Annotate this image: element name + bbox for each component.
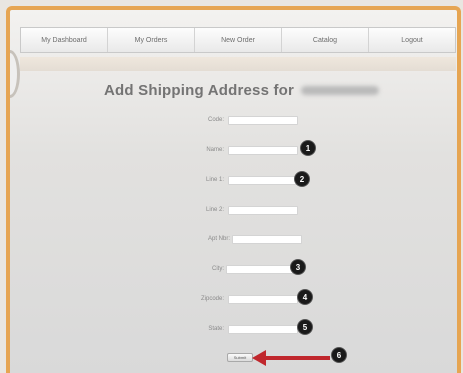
- form-row-apt: Apt Nbr:: [160, 235, 302, 247]
- callout-5-icon: 5: [298, 320, 312, 334]
- code-input[interactable]: [228, 116, 298, 125]
- form-row-zipcode: Zipcode:: [160, 295, 300, 307]
- form-row-city: City:: [160, 265, 300, 277]
- name-input[interactable]: [228, 146, 298, 155]
- state-input[interactable]: [228, 325, 298, 334]
- code-label: Code:: [207, 117, 224, 123]
- city-label: City:: [212, 266, 224, 272]
- nav-logout[interactable]: Logout: [369, 28, 455, 52]
- form-row-line1: Line 1:: [160, 176, 300, 188]
- callout-2-icon: 2: [295, 172, 309, 186]
- top-navigation: My Dashboard My Orders New Order Catalog…: [20, 27, 456, 53]
- callout-1-icon: 1: [301, 141, 315, 155]
- city-input[interactable]: [226, 265, 296, 274]
- line2-input[interactable]: [228, 206, 298, 215]
- form-row-code: Code:: [160, 116, 300, 128]
- line1-input[interactable]: [228, 176, 298, 185]
- page-title-text: Add Shipping Address for: [104, 81, 295, 99]
- apt-label: Apt Nbr:: [207, 236, 230, 242]
- state-label: State:: [208, 326, 224, 332]
- callout-3-icon: 3: [291, 260, 305, 274]
- form-row-state: State:: [160, 325, 300, 337]
- form-row-name: Name:: [160, 146, 300, 158]
- nav-catalog[interactable]: Catalog: [282, 28, 369, 52]
- apt-input[interactable]: [232, 235, 302, 244]
- callout-4-icon: 4: [298, 290, 312, 304]
- form-row-line2: Line 2:: [160, 206, 300, 218]
- browser-frame: My Dashboard My Orders New Order Catalog…: [6, 6, 461, 373]
- line2-label: Line 2:: [205, 207, 224, 213]
- blurred-customer-name: [301, 85, 380, 95]
- callout-6-icon: 6: [332, 348, 346, 362]
- nav-my-orders[interactable]: My Orders: [108, 28, 195, 52]
- nav-my-dashboard[interactable]: My Dashboard: [21, 28, 108, 52]
- page-title: Add Shipping Address for: [104, 80, 380, 100]
- red-arrow-icon: [252, 350, 330, 366]
- line1-label: Line 1:: [205, 177, 224, 183]
- nav-new-order[interactable]: New Order: [195, 28, 282, 52]
- zipcode-label: Zipcode:: [200, 296, 224, 302]
- name-label: Name:: [206, 147, 224, 153]
- sub-navigation-bar: [20, 57, 456, 71]
- side-handle: [10, 50, 20, 98]
- zipcode-input[interactable]: [228, 295, 298, 304]
